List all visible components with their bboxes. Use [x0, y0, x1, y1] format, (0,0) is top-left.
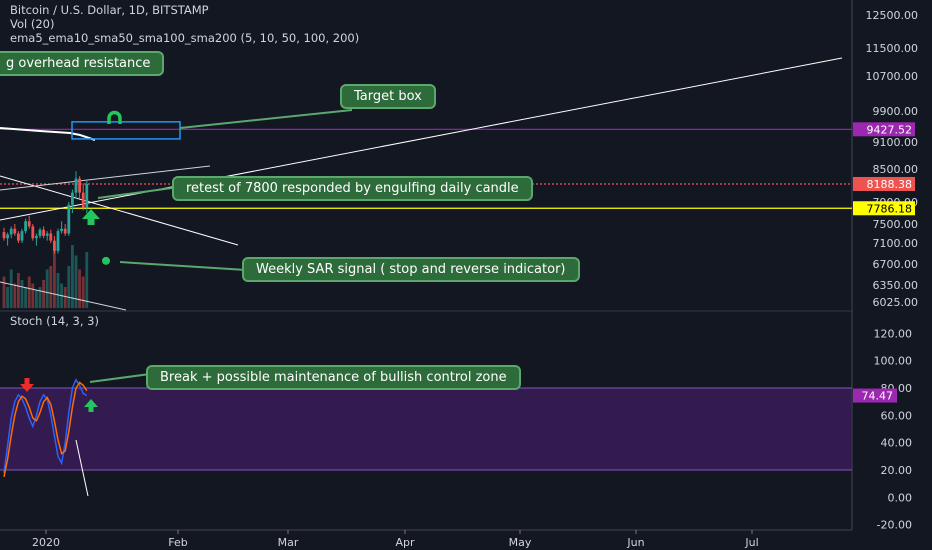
candle-body	[53, 240, 56, 251]
price-tick-label: 6350.00	[873, 279, 919, 292]
stoch-tick-label: 100.00	[874, 355, 913, 368]
volume-bar	[24, 287, 27, 308]
volume-bar	[27, 276, 31, 308]
candle-body	[85, 183, 89, 208]
candle-body	[71, 192, 74, 205]
volume-bar	[42, 280, 45, 308]
price-badge-label: 7786.18	[867, 202, 913, 215]
volume-bar	[67, 266, 71, 308]
candle-body	[67, 204, 71, 234]
candle-body	[6, 234, 9, 239]
volume-bar	[74, 255, 78, 308]
moving-averages-label: ema5_ema10_sma50_sma100_sma200 (5, 10, 5…	[10, 31, 360, 45]
price-badge-label: 9427.52	[867, 123, 913, 136]
candle-body	[38, 229, 42, 236]
candle-body	[24, 221, 27, 232]
symbol-title: Bitcoin / U.S. Dollar, 1D, BITSTAMP	[10, 3, 209, 17]
volume-bar	[9, 269, 13, 308]
target-box-callout[interactable]: Target box	[340, 84, 436, 109]
price-tick-label: 9900.00	[873, 105, 919, 118]
stoch-tick-label: 120.00	[874, 327, 913, 340]
candle-body	[20, 231, 24, 241]
candle-body	[9, 228, 13, 235]
volume-bar	[6, 287, 9, 308]
candle-body	[78, 178, 81, 193]
candle-body	[56, 231, 60, 251]
stoch-value-label: 74.47	[862, 390, 894, 403]
volume-bar	[85, 252, 89, 308]
candle-body	[81, 192, 85, 208]
volume-indicator-label: Vol (20)	[10, 17, 55, 31]
bullish-control-zone	[0, 388, 852, 470]
price-tick-label: 12500.00	[866, 9, 919, 22]
price-tick-label: 8500.00	[873, 163, 919, 176]
volume-bar	[45, 269, 49, 308]
time-tick-label: Jun	[626, 536, 644, 549]
weekly-sar-dot	[102, 256, 110, 265]
price-badge-label: 8188.38	[867, 178, 913, 191]
weekly-sar-callout[interactable]: Weekly SAR signal ( stop and reverse ind…	[242, 257, 580, 282]
volume-bar	[49, 266, 53, 308]
price-tick-label: 11500.00	[866, 42, 919, 55]
candle-body	[42, 229, 45, 236]
stoch-tick-label: 0.00	[888, 491, 913, 504]
candle-body	[35, 235, 38, 239]
stoch-tick-label: 40.00	[881, 437, 913, 450]
candle-body	[2, 232, 6, 239]
volume-bar	[56, 273, 60, 308]
volume-bar	[81, 276, 85, 308]
candle-body	[60, 228, 63, 232]
stoch-tick-label: 20.00	[881, 464, 913, 477]
time-tick-label: Feb	[168, 536, 187, 549]
candle-body	[31, 226, 35, 239]
candle-body	[63, 228, 67, 234]
time-tick-label: May	[509, 536, 532, 549]
price-tick-label: 9100.00	[873, 136, 919, 149]
time-tick-label: Mar	[278, 536, 299, 549]
candle-body	[13, 228, 17, 234]
price-tick-label: 7500.00	[873, 218, 919, 231]
time-tick-label: Jul	[744, 536, 758, 549]
stochastic-label: Stoch (14, 3, 3)	[10, 314, 99, 328]
stoch-tick-label: -20.00	[877, 519, 912, 532]
time-tick-label: 2020	[32, 536, 60, 549]
candle-body	[74, 178, 78, 193]
overhead-resistance-callout[interactable]: g overhead resistance	[0, 51, 165, 76]
volume-bar	[13, 283, 17, 308]
stoch-tick-label: 60.00	[881, 409, 913, 422]
candle-body	[17, 233, 20, 241]
volume-bar	[31, 283, 35, 308]
volume-bar	[38, 287, 42, 308]
candle-body	[45, 233, 49, 236]
volume-bar	[63, 287, 67, 308]
candle-body	[27, 221, 31, 227]
volume-bar	[35, 290, 38, 308]
volume-bar	[17, 273, 20, 308]
bullish-zone-callout[interactable]: Break + possible maintenance of bullish …	[146, 365, 521, 390]
volume-bar	[78, 269, 81, 308]
candle-body	[49, 233, 53, 241]
volume-bar	[2, 276, 6, 308]
volume-bar	[20, 280, 24, 308]
price-tick-label: 6025.00	[873, 296, 919, 309]
price-tick-label: 10700.00	[866, 70, 919, 83]
time-tick-label: Apr	[395, 536, 415, 549]
price-tick-label: 6700.00	[873, 258, 919, 271]
volume-bar	[53, 248, 56, 308]
retest-callout[interactable]: retest of 7800 responded by engulfing da…	[172, 176, 533, 201]
price-tick-label: 7100.00	[873, 237, 919, 250]
